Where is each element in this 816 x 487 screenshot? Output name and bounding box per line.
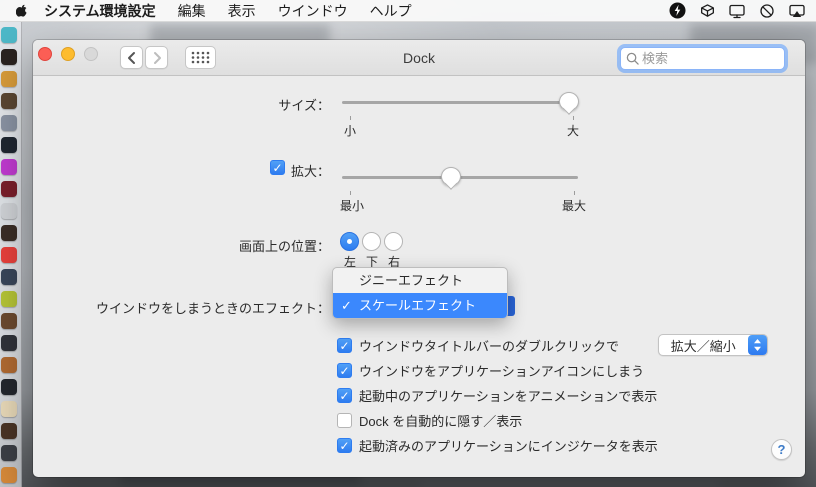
window-toolbar: Dock [33, 40, 805, 76]
dock-app-icon[interactable] [1, 159, 17, 175]
popup-stepper-icon [747, 335, 767, 355]
check-icon [338, 414, 351, 427]
size-slider-thumb[interactable] [558, 92, 579, 111]
airplay-display-icon[interactable] [788, 2, 806, 20]
checkbox[interactable] [337, 412, 352, 428]
do-not-disturb-icon[interactable] [758, 2, 776, 20]
minimize-effect-label: ウインドウをしまうときのエフェクト： [95, 301, 330, 316]
checkbox[interactable]: ✓ [337, 337, 352, 353]
dock-app-icon[interactable] [1, 313, 17, 329]
dock-app-icon[interactable] [1, 247, 17, 263]
dock-app-icon[interactable] [1, 357, 17, 373]
position-radio-bottom[interactable] [362, 232, 381, 251]
dock-app-icon[interactable] [1, 335, 17, 351]
size-slider-track[interactable] [342, 101, 578, 104]
check-icon: ✓ [339, 438, 350, 453]
menu-item-edit[interactable]: 編集 [167, 1, 217, 21]
check-icon: ✓ [341, 298, 352, 313]
search-icon [626, 52, 639, 65]
tick [350, 191, 351, 195]
checkbox-row-minimize-to-app-icon[interactable]: ✓ ウインドウをアプリケーションアイコンにしまう [337, 359, 644, 381]
menu-item-genie-effect[interactable]: ジニーエフェクト [333, 268, 507, 293]
dock-app-icon[interactable] [1, 423, 17, 439]
dock-app-icon[interactable] [1, 93, 17, 109]
magnification-slider[interactable]: 最小 最大 [340, 167, 586, 213]
check-icon: ✓ [339, 388, 350, 403]
size-min-label: 小 [343, 124, 357, 138]
tick [573, 116, 574, 120]
checkbox-label: 起動済みのアプリケーションにインジケータを表示 [359, 438, 658, 454]
effect-dropdown-menu: ジニーエフェクト ✓ スケールエフェクト [332, 267, 508, 319]
position-label: 画面上の位置： [238, 239, 330, 254]
apple-menu[interactable] [10, 3, 36, 19]
checkbox-label: ウインドウタイトルバーのダブルクリックで [359, 338, 620, 354]
menu-bar-status-area [668, 2, 806, 20]
menu-item-app[interactable]: システム環境設定 [36, 1, 167, 21]
checkbox-row-titlebar-doubleclick[interactable]: ✓ ウインドウタイトルバーのダブルクリックで [337, 334, 619, 356]
size-max-label: 大 [566, 124, 580, 138]
checkbox-row-animate-opening[interactable]: ✓ 起動中のアプリケーションをアニメーションで表示 [337, 384, 657, 406]
dock[interactable] [0, 22, 22, 487]
display-icon[interactable] [728, 2, 746, 20]
check-icon: ✓ [339, 363, 350, 378]
dock-app-icon[interactable] [1, 71, 17, 87]
dock-app-icon[interactable] [1, 27, 17, 43]
position-radio-right[interactable] [384, 232, 403, 251]
dock-app-icon[interactable] [1, 49, 17, 65]
checkbox-label: 起動中のアプリケーションをアニメーションで表示 [359, 388, 658, 404]
dock-app-icon[interactable] [1, 115, 17, 131]
dock-app-icon[interactable] [1, 137, 17, 153]
checkbox-label: Dock を自動的に隠す／表示 [359, 413, 523, 429]
dock-app-icon[interactable] [1, 445, 17, 461]
check-icon: ✓ [272, 161, 283, 175]
check-icon: ✓ [339, 338, 350, 353]
dock-app-icon[interactable] [1, 291, 17, 307]
power-bolt-icon[interactable] [668, 2, 686, 20]
menu-item-label: スケールエフェクト [359, 298, 477, 313]
menu-item-help[interactable]: ヘルプ [359, 1, 423, 21]
checkbox[interactable]: ✓ [337, 362, 352, 378]
menu-item-view[interactable]: 表示 [217, 1, 267, 21]
magnification-checkbox[interactable]: ✓ [270, 160, 285, 175]
menu-bar: システム環境設定 編集 表示 ウインドウ ヘルプ [0, 0, 816, 22]
popup-value: 拡大／縮小 [670, 338, 736, 354]
position-radio-left[interactable] [340, 232, 359, 251]
checkbox-row-autohide-dock[interactable]: Dock を自動的に隠す／表示 [337, 409, 522, 431]
tick [350, 116, 351, 120]
tick [574, 191, 575, 195]
dock-app-icon[interactable] [1, 467, 17, 483]
doubleclick-action-popup[interactable]: 拡大／縮小 [658, 334, 768, 356]
checkbox-label: ウインドウをアプリケーションアイコンにしまう [359, 363, 645, 379]
dock-app-icon[interactable] [1, 181, 17, 197]
size-slider[interactable]: 小 大 [342, 92, 579, 138]
help-button[interactable]: ? [771, 439, 792, 460]
checkbox-row-show-indicators[interactable]: ✓ 起動済みのアプリケーションにインジケータを表示 [337, 434, 658, 456]
magnification-label: 拡大： [290, 164, 330, 179]
menu-item-scale-effect[interactable]: ✓ スケールエフェクト [333, 293, 507, 318]
menu-item-label: ジニーエフェクト [359, 273, 464, 288]
magnification-max-label: 最大 [561, 199, 587, 213]
magnification-min-label: 最小 [339, 199, 365, 213]
dropbox-icon[interactable] [698, 2, 716, 20]
size-label: サイズ： [278, 98, 330, 113]
system-preferences-window: Dock サイズ： 小 大 ✓ 拡大： 最小 最大 画面上の位置： 左 下 右 … [33, 40, 805, 477]
magnification-slider-thumb[interactable] [440, 167, 461, 186]
checkbox[interactable]: ✓ [337, 387, 352, 403]
dock-app-icon[interactable] [1, 203, 17, 219]
dock-app-icon[interactable] [1, 225, 17, 241]
search-field[interactable] [620, 47, 785, 70]
apple-logo-icon [16, 4, 27, 17]
dock-app-icon[interactable] [1, 269, 17, 285]
dock-app-icon[interactable] [1, 379, 17, 395]
checkbox[interactable]: ✓ [337, 437, 352, 453]
menu-item-window[interactable]: ウインドウ [267, 1, 359, 21]
dock-app-icon[interactable] [1, 401, 17, 417]
search-input[interactable] [642, 51, 779, 66]
